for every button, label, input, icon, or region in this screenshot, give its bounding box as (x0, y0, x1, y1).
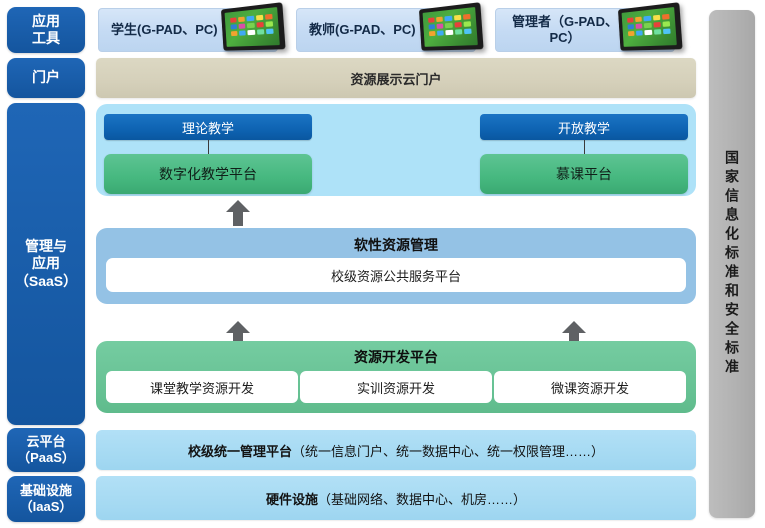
sidebar-app-tools-line1: 应用 (32, 12, 60, 29)
sidebar-portal-label: 门户 (32, 69, 60, 86)
theory-teaching-header[interactable]: 理论教学 (104, 114, 312, 140)
mooc-platform-label: 慕课平台 (556, 166, 612, 182)
school-resource-service-platform-box[interactable]: 校级资源公共服务平台 (106, 258, 686, 292)
tablet-icon (215, 2, 289, 54)
paas-platform-bar[interactable]: 校级统一管理平台 （统一信息门户、统一数据中心、统一权限管理……） (96, 430, 696, 470)
teaching-column-open: 开放教学 慕课平台 (480, 114, 688, 194)
device-label-student: 学生(G-PAD、PC) (111, 21, 218, 37)
resource-development-panel: 资源开发平台 课堂教学资源开发 实训资源开发 微课资源开发 (96, 341, 696, 413)
connector-line (207, 140, 209, 154)
teaching-column-theory: 理论教学 数字化教学平台 (104, 114, 312, 194)
micro-course-resource-dev-label: 微课资源开发 (550, 380, 629, 396)
classroom-resource-dev-box[interactable]: 课堂教学资源开发 (106, 371, 298, 403)
tablet-icon (612, 2, 686, 54)
device-label-teacher: 教师(G-PAD、PC) (309, 21, 416, 37)
digital-teaching-platform-box[interactable]: 数字化教学平台 (104, 154, 312, 194)
national-standards-label: 国家信息化标准和安全标准 (724, 150, 740, 378)
sidebar-saas-line2: 应用 (32, 255, 60, 272)
paas-bar-title: 校级统一管理平台 (187, 443, 292, 459)
training-resource-dev-box[interactable]: 实训资源开发 (300, 371, 492, 403)
iaas-platform-bar[interactable]: 硬件设施 （基础网络、数据中心、机房……） (96, 476, 696, 520)
sidebar-item-app-tools[interactable]: 应用 工具 (7, 7, 85, 53)
sidebar-item-paas[interactable]: 云平台 （PaaS） (7, 428, 85, 472)
sidebar-iaas-line1: 基础设施 (19, 483, 72, 499)
architecture-diagram: 应用 工具 门户 管理与 应用 （SaaS） 云平台 （PaaS） 基础设施 （… (0, 0, 765, 528)
soft-resource-management-title: 软性资源管理 (354, 237, 438, 253)
portal-bar[interactable]: 资源展示云门户 (96, 58, 696, 98)
national-standards-band: 国家信息化标准和安全标准 (709, 10, 755, 518)
resource-development-title: 资源开发平台 (354, 349, 438, 365)
iaas-bar-title: 硬件设施 (265, 491, 318, 507)
sidebar-saas-line3: （SaaS） (14, 272, 78, 289)
sidebar-item-iaas[interactable]: 基础设施 （IaaS） (7, 476, 85, 522)
portal-bar-label: 资源展示云门户 (350, 71, 442, 87)
classroom-resource-dev-label: 课堂教学资源开发 (149, 380, 254, 396)
digital-teaching-platform-label: 数字化教学平台 (159, 166, 257, 182)
open-teaching-header[interactable]: 开放教学 (480, 114, 688, 140)
iaas-bar-detail: （基础网络、数据中心、机房……） (318, 491, 527, 507)
open-teaching-label: 开放教学 (557, 120, 610, 136)
sidebar-paas-line1: 云平台 (26, 434, 66, 450)
mooc-platform-box[interactable]: 慕课平台 (480, 154, 688, 194)
micro-course-resource-dev-box[interactable]: 微课资源开发 (494, 371, 686, 403)
resource-development-items: 课堂教学资源开发 实训资源开发 微课资源开发 (106, 371, 686, 403)
teaching-panel: 理论教学 数字化教学平台 开放教学 慕课平台 (96, 104, 696, 196)
school-resource-service-platform-label: 校级资源公共服务平台 (330, 268, 461, 284)
connector-line (583, 140, 585, 154)
sidebar-item-portal[interactable]: 门户 (7, 58, 85, 98)
sidebar-app-tools-line2: 工具 (32, 30, 60, 46)
device-label-admin: 管理者（G-PAD、PC） (512, 13, 618, 45)
up-arrow-icon (226, 200, 250, 226)
tablet-icon (413, 2, 487, 54)
soft-resource-management-panel: 软性资源管理 校级资源公共服务平台 (96, 228, 696, 304)
sidebar-saas-line1: 管理与 (25, 238, 67, 255)
sidebar-item-saas[interactable]: 管理与 应用 （SaaS） (7, 103, 85, 425)
sidebar-paas-line2: （PaaS） (17, 450, 75, 465)
training-resource-dev-label: 实训资源开发 (356, 380, 435, 396)
theory-teaching-label: 理论教学 (181, 120, 234, 136)
sidebar-iaas-line2: （IaaS） (19, 499, 73, 514)
paas-bar-detail: （统一信息门户、统一数据中心、统一权限管理……） (292, 443, 605, 459)
